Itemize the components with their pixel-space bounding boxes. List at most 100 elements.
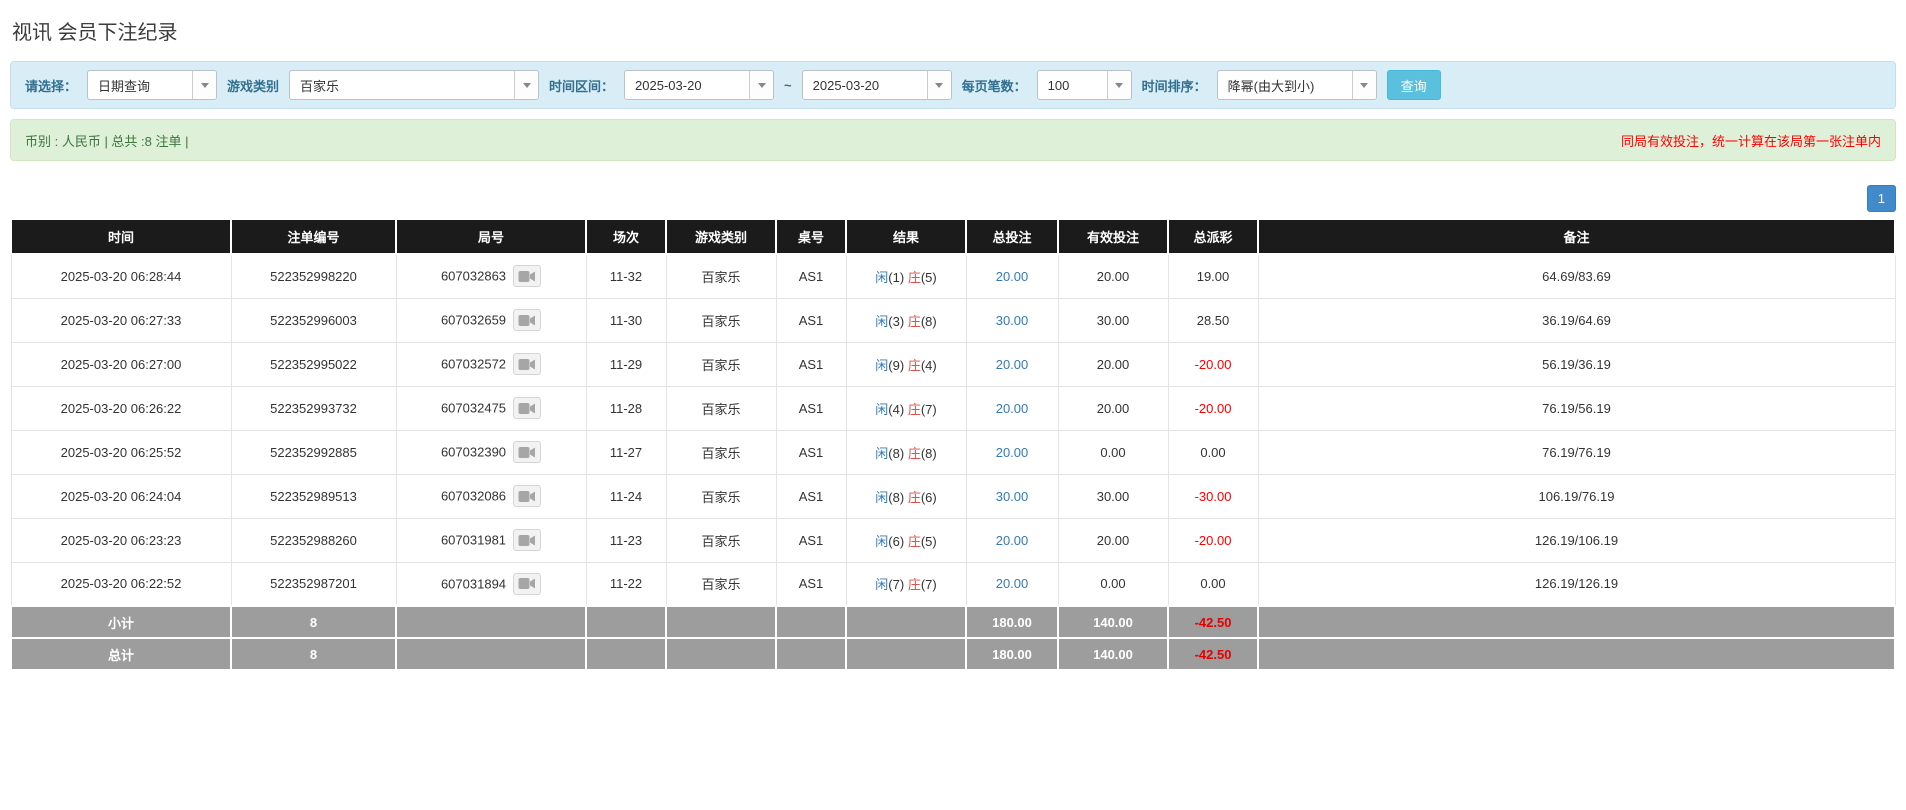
date-from-select[interactable]: 2025-03-20 bbox=[624, 70, 775, 100]
total-bet-link[interactable]: 20.00 bbox=[996, 533, 1029, 548]
info-bar: 币别 : 人民币 | 总共 :8 注单 | 同局有效投注，统一计算在该局第一张注… bbox=[10, 119, 1896, 161]
cell-result: 闲(9) 庄(4) bbox=[845, 341, 967, 387]
query-type-select[interactable]: 日期查询 bbox=[87, 70, 218, 100]
cell-result: 闲(8) 庄(6) bbox=[845, 473, 967, 519]
cell-time: 2025-03-20 06:22:52 bbox=[10, 561, 232, 607]
video-camera-icon bbox=[518, 402, 536, 414]
table-footer: 小计 8 180.00 140.00 -42.50 总计 8 180.00 14… bbox=[10, 605, 1896, 671]
cell-note: 36.19/64.69 bbox=[1257, 297, 1896, 343]
video-replay-button[interactable] bbox=[513, 485, 542, 507]
cell-valid-bet: 30.00 bbox=[1057, 473, 1169, 519]
empty-cell bbox=[585, 637, 667, 671]
table-header: 时间 注单编号 局号 场次 游戏类别 桌号 结果 总投注 有效投注 总派彩 备注 bbox=[10, 218, 1896, 255]
date-to-select[interactable]: 2025-03-20 bbox=[801, 70, 952, 100]
round-id: 607032863 bbox=[440, 268, 507, 284]
header-order-id: 注单编号 bbox=[230, 218, 397, 255]
table-row: 2025-03-20 06:25:52 522352992885 607032390… bbox=[10, 429, 1896, 475]
subtotal-count: 8 bbox=[230, 605, 397, 639]
total-bet-link[interactable]: 20.00 bbox=[996, 357, 1029, 372]
sort-label: 时间排序： bbox=[1141, 78, 1207, 94]
video-camera-icon bbox=[518, 314, 536, 326]
total-bet-link[interactable]: 20.00 bbox=[996, 445, 1029, 460]
chevron-down-icon[interactable] bbox=[514, 71, 539, 99]
cell-total-bet: 20.00 bbox=[965, 341, 1059, 387]
cell-payout: -20.00 bbox=[1167, 517, 1259, 563]
cell-table-no: AS1 bbox=[775, 253, 847, 299]
table-row: 2025-03-20 06:24:04 522352989513 607032086… bbox=[10, 473, 1896, 519]
total-bet-link[interactable]: 30.00 bbox=[996, 489, 1029, 504]
cell-session: 11-27 bbox=[585, 429, 667, 475]
round-id: 607032659 bbox=[440, 312, 507, 328]
total-bet-link[interactable]: 20.00 bbox=[996, 269, 1029, 284]
sort-select[interactable]: 降幂(由大到小) bbox=[1216, 70, 1377, 100]
query-button[interactable]: 查询 bbox=[1386, 70, 1441, 100]
video-replay-button[interactable] bbox=[513, 397, 542, 419]
cell-game-type: 百家乐 bbox=[665, 385, 777, 431]
video-camera-icon bbox=[518, 446, 536, 458]
header-payout: 总派彩 bbox=[1167, 218, 1259, 255]
game-type-select[interactable]: 百家乐 bbox=[289, 70, 540, 100]
table-row: 2025-03-20 06:26:22 522352993732 607032475… bbox=[10, 385, 1896, 431]
chevron-down-icon[interactable] bbox=[192, 71, 217, 99]
cell-round-id: 607031894 bbox=[395, 561, 587, 607]
cell-round-id: 607032863 bbox=[395, 253, 587, 299]
header-row: 时间 注单编号 局号 场次 游戏类别 桌号 结果 总投注 有效投注 总派彩 备注 bbox=[10, 218, 1896, 255]
result-banker: 庄(6) bbox=[907, 489, 937, 505]
cell-session: 11-30 bbox=[585, 297, 667, 343]
video-camera-icon bbox=[518, 534, 536, 546]
round-id: 607032086 bbox=[440, 488, 507, 504]
cell-total-bet: 20.00 bbox=[965, 253, 1059, 299]
total-bet-link[interactable]: 20.00 bbox=[996, 576, 1029, 591]
header-session: 场次 bbox=[585, 218, 667, 255]
video-replay-button[interactable] bbox=[513, 353, 542, 375]
result-player: 闲(4) bbox=[875, 401, 905, 417]
total-label: 总计 bbox=[10, 637, 232, 671]
video-replay-button[interactable] bbox=[513, 529, 542, 551]
cell-valid-bet: 20.00 bbox=[1057, 253, 1169, 299]
video-replay-button[interactable] bbox=[513, 265, 542, 288]
game-type-label: 游戏类别 bbox=[227, 78, 280, 94]
cell-table-no: AS1 bbox=[775, 297, 847, 343]
chevron-down-icon[interactable] bbox=[1106, 71, 1131, 99]
header-valid-bet: 有效投注 bbox=[1057, 218, 1169, 255]
cell-valid-bet: 20.00 bbox=[1057, 517, 1169, 563]
cell-total-bet: 20.00 bbox=[965, 385, 1059, 431]
cell-order-id: 522352995022 bbox=[230, 341, 397, 387]
cell-time: 2025-03-20 06:26:22 bbox=[10, 385, 232, 431]
per-page-select[interactable]: 100 bbox=[1036, 70, 1132, 100]
total-bet-link[interactable]: 30.00 bbox=[996, 313, 1029, 328]
chevron-down-icon[interactable] bbox=[749, 71, 774, 99]
cell-game-type: 百家乐 bbox=[665, 429, 777, 475]
page-number-button[interactable]: 1 bbox=[1866, 185, 1896, 212]
result-banker: 庄(4) bbox=[907, 357, 937, 373]
sort-value: 降幂(由大到小) bbox=[1227, 78, 1315, 94]
video-replay-button[interactable] bbox=[513, 441, 542, 463]
chevron-down-icon[interactable] bbox=[926, 71, 951, 99]
date-to-value: 2025-03-20 bbox=[812, 77, 880, 93]
chevron-down-icon[interactable] bbox=[1351, 71, 1376, 99]
cell-round-id: 607032086 bbox=[395, 473, 587, 519]
cell-total-bet: 20.00 bbox=[965, 561, 1059, 607]
cell-note: 76.19/56.19 bbox=[1257, 385, 1896, 431]
cell-session: 11-28 bbox=[585, 385, 667, 431]
video-camera-icon bbox=[518, 490, 536, 502]
cell-table-no: AS1 bbox=[775, 517, 847, 563]
header-game-type: 游戏类别 bbox=[665, 218, 777, 255]
total-bet-link[interactable]: 20.00 bbox=[996, 401, 1029, 416]
select-label: 请选择： bbox=[25, 78, 78, 94]
cell-session: 11-29 bbox=[585, 341, 667, 387]
page: 视讯 会员下注纪录 请选择： 日期查询 游戏类别 百家乐 时间区间： 2025-… bbox=[0, 0, 1906, 671]
cell-round-id: 607032475 bbox=[395, 385, 587, 431]
video-replay-button[interactable] bbox=[513, 309, 542, 331]
cell-payout: 28.50 bbox=[1167, 297, 1259, 343]
round-id: 607032572 bbox=[440, 356, 507, 372]
cell-valid-bet: 0.00 bbox=[1057, 429, 1169, 475]
empty-cell bbox=[395, 605, 587, 639]
table-row: 2025-03-20 06:27:33 522352996003 607032659… bbox=[10, 297, 1896, 343]
cell-total-bet: 20.00 bbox=[965, 517, 1059, 563]
result-banker: 庄(5) bbox=[907, 533, 937, 549]
total-total-bet: 180.00 bbox=[965, 637, 1059, 671]
notice-text: 同局有效投注，统一计算在该局第一张注单内 bbox=[1620, 133, 1881, 149]
video-replay-button[interactable] bbox=[513, 572, 542, 595]
video-camera-icon bbox=[518, 270, 536, 282]
